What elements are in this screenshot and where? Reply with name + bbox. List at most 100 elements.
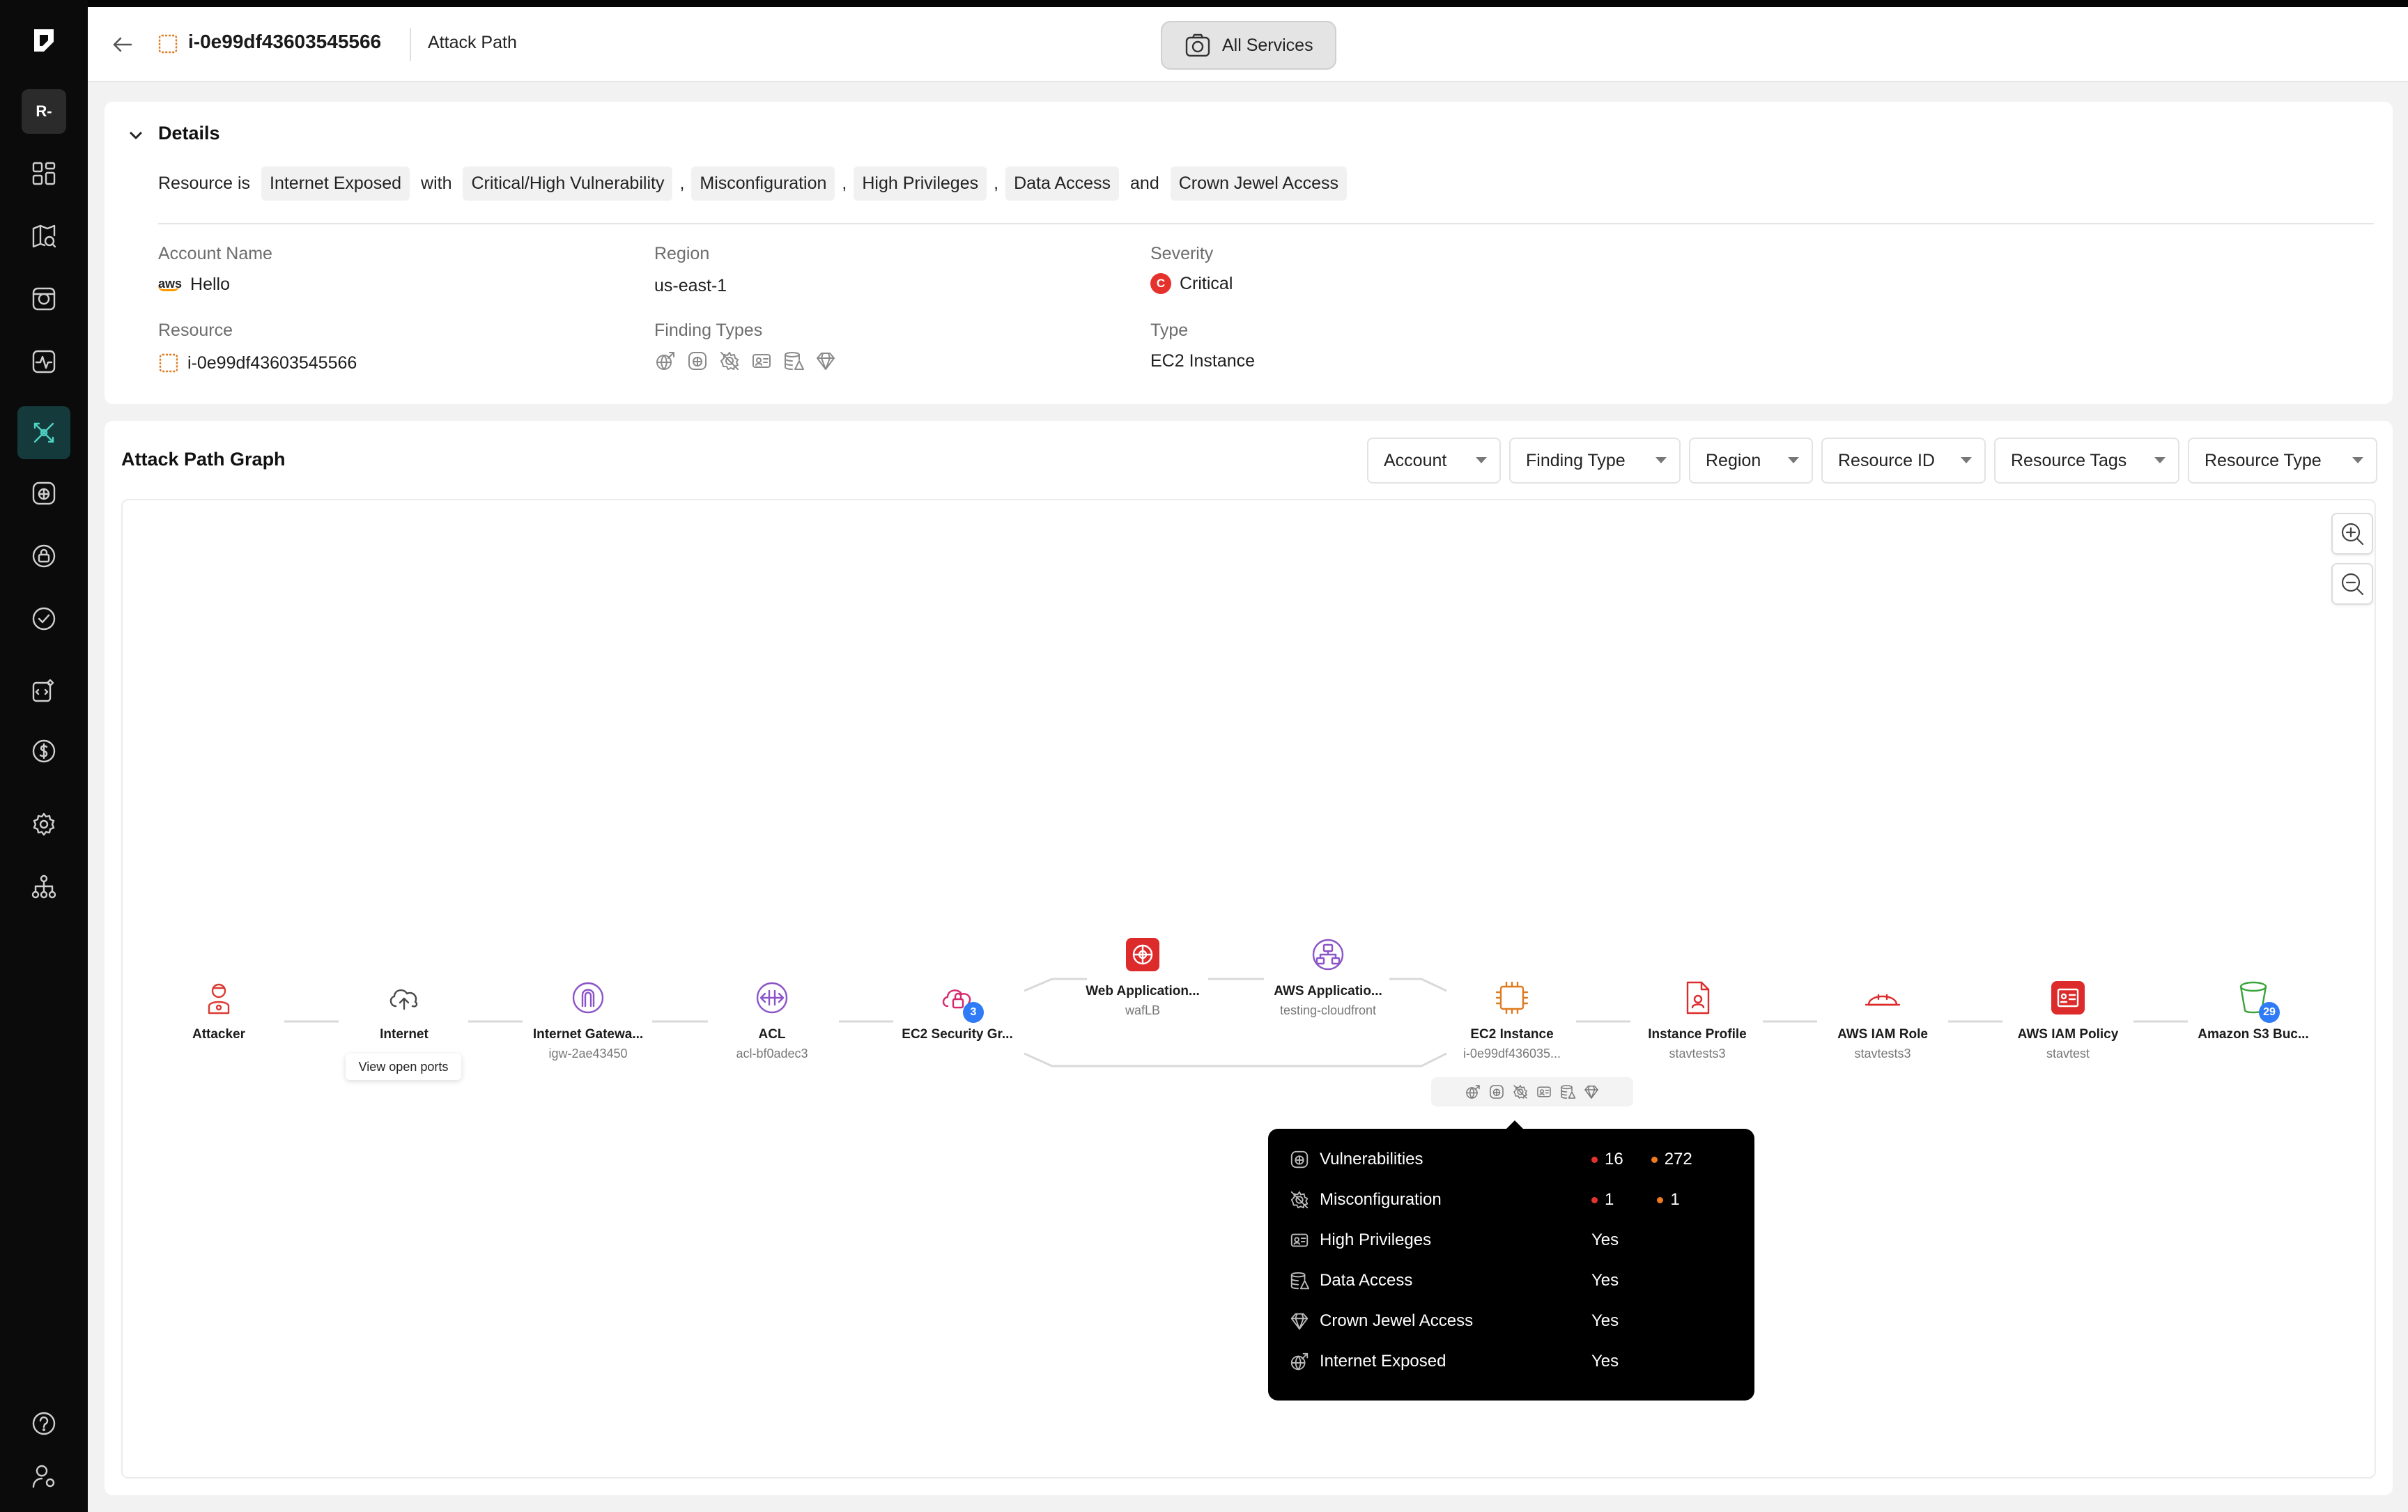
node-label: Instance Profile xyxy=(1648,1027,1747,1042)
graph-node-instance-profile[interactable]: Instance Profile stavtests3 xyxy=(1621,978,1774,1061)
graph-node-web-application-firewall[interactable]: Web Application... wafLB xyxy=(1066,935,1219,1018)
bug-icon[interactable] xyxy=(17,467,70,520)
graph-node-ec2-instance[interactable]: EC2 Instance i-0e99df436035... xyxy=(1435,978,1589,1061)
graph-node-internet[interactable]: Internet xyxy=(327,978,481,1042)
waf-icon xyxy=(1123,935,1162,974)
tooltip-row-name: Misconfiguration xyxy=(1320,1190,1442,1209)
back-arrow-icon[interactable] xyxy=(109,31,137,59)
tooltip-row-misconfiguration: Misconfiguration 1 1 xyxy=(1289,1186,1735,1214)
tag-internet-exposed: Internet Exposed xyxy=(261,166,410,201)
zoom-out-button[interactable] xyxy=(2331,563,2373,605)
graph-node-acl[interactable]: ACL acl-bf0adec3 xyxy=(695,978,849,1061)
attack-path-icon[interactable] xyxy=(17,406,70,459)
high-dot xyxy=(1651,1156,1658,1163)
severity-value: C Critical xyxy=(1150,273,1233,294)
node-count-badge: 3 xyxy=(963,1002,984,1023)
ec2-chip-icon xyxy=(157,33,178,54)
iam-policy-icon xyxy=(2048,978,2087,1017)
misconfiguration-icon xyxy=(1513,1085,1527,1099)
node-label: EC2 Security Gr... xyxy=(902,1027,1013,1042)
settings-icon[interactable] xyxy=(17,798,70,851)
finding-types-label: Finding Types xyxy=(654,321,763,340)
org-switcher[interactable]: R- xyxy=(22,89,66,134)
critical-count: 1 xyxy=(1591,1190,1614,1210)
critical-severity-icon: C xyxy=(1150,273,1171,294)
tooltip-row-crown-jewel-access: Crown Jewel Access Yes xyxy=(1289,1307,1735,1335)
node-label: AWS Applicatio... xyxy=(1274,984,1382,998)
crown-jewel-icon xyxy=(1584,1086,1598,1099)
critical-dot xyxy=(1591,1196,1598,1203)
graph-node-internet-gateway[interactable]: Internet Gatewa... igw-2ae43450 xyxy=(511,978,665,1061)
filter-resource-tags[interactable]: Resource Tags xyxy=(1994,438,2179,484)
account-name: Hello xyxy=(190,275,231,294)
internet-exposed-icon xyxy=(1466,1085,1480,1099)
tooltip-row-value: Yes xyxy=(1591,1311,1619,1330)
tag-high-privileges: High Privileges xyxy=(854,166,987,201)
tooltip-row-name: Vulnerabilities xyxy=(1320,1150,1423,1168)
collapse-chevron-icon[interactable] xyxy=(125,125,146,146)
node-sublabel: stavtests3 xyxy=(1669,1047,1726,1060)
high-privileges-icon xyxy=(1290,1233,1309,1247)
app-lb-icon xyxy=(1309,935,1348,974)
org-tree-icon[interactable] xyxy=(17,861,70,913)
type-label: Type xyxy=(1150,321,1189,340)
filter-label: Region xyxy=(1706,450,1761,470)
filter-label: Account xyxy=(1384,450,1447,470)
graph-node-amazon-s3-bucket[interactable]: 29 Amazon S3 Buc... xyxy=(2177,978,2330,1042)
summary-prefix: Resource is xyxy=(158,173,250,193)
caret-down-icon xyxy=(1656,457,1667,463)
filter-account[interactable]: Account xyxy=(1367,438,1501,484)
filter-finding-type[interactable]: Finding Type xyxy=(1509,438,1681,484)
tooltip-row-data-access: Data Access Yes xyxy=(1289,1267,1735,1295)
graph-node-ec2-security-group[interactable]: 3 EC2 Security Gr... xyxy=(881,978,1034,1042)
tooltip-row-value: Yes xyxy=(1591,1352,1619,1371)
zoom-in-icon xyxy=(2341,523,2364,546)
breadcrumb[interactable]: Attack Path xyxy=(428,33,517,53)
summary-sep: , xyxy=(842,173,847,193)
crown-jewel-icon xyxy=(817,353,835,370)
node-label: Internet xyxy=(380,1027,429,1042)
node-sublabel: stavtest xyxy=(2046,1047,2090,1060)
filter-resource-id[interactable]: Resource ID xyxy=(1821,438,1986,484)
node-label: Web Application... xyxy=(1086,984,1200,998)
check-circle-icon[interactable] xyxy=(17,592,70,645)
caret-down-icon xyxy=(2352,457,2363,463)
app-logo-icon[interactable] xyxy=(29,25,59,56)
high-count: 1 xyxy=(1657,1190,1680,1210)
exposure-summary: Resource is Internet Exposed with Critic… xyxy=(158,166,1354,201)
data-access-icon xyxy=(785,352,804,370)
details-card: Details Resource is Internet Exposed wit… xyxy=(105,102,2393,404)
tooltip-row-name: High Privileges xyxy=(1320,1231,1432,1249)
node-finding-icons[interactable] xyxy=(1431,1077,1633,1106)
dollar-icon[interactable] xyxy=(17,725,70,778)
graph-node-attacker[interactable]: Attacker xyxy=(142,978,295,1042)
lock-icon[interactable] xyxy=(17,530,70,583)
view-open-ports-link[interactable]: View open ports xyxy=(346,1054,461,1080)
all-services-button[interactable]: All Services xyxy=(1161,21,1336,70)
graph-node-aws-iam-role[interactable]: AWS IAM Role stavtests3 xyxy=(1806,978,1959,1061)
node-sublabel: igw-2ae43450 xyxy=(548,1047,628,1060)
internet-exposed-icon xyxy=(1290,1352,1309,1371)
severity-text: Critical xyxy=(1180,273,1233,293)
finding-summary-tooltip: Vulnerabilities 16 272 Misconfiguration … xyxy=(1268,1129,1754,1401)
resource-id-link[interactable]: i-0e99df43603545566 xyxy=(187,353,357,373)
top-strip xyxy=(0,0,2408,7)
severity-label: Severity xyxy=(1150,244,1214,263)
account-name-label: Account Name xyxy=(158,244,272,263)
graph-node-aws-iam-policy[interactable]: AWS IAM Policy stavtest xyxy=(1991,978,2145,1061)
activity-icon[interactable] xyxy=(17,335,70,388)
summary-sep: , xyxy=(994,173,999,193)
filter-region[interactable]: Region xyxy=(1689,438,1813,484)
inventory-icon[interactable] xyxy=(17,272,70,325)
graph-node-aws-application[interactable]: AWS Applicatio... testing-cloudfront xyxy=(1251,935,1405,1018)
map-search-icon[interactable] xyxy=(17,210,70,263)
zoom-in-button[interactable] xyxy=(2331,513,2373,555)
security-group-icon: 3 xyxy=(938,978,984,1023)
tooltip-row-name: Data Access xyxy=(1320,1271,1413,1290)
dashboard-icon[interactable] xyxy=(17,147,70,200)
code-scan-icon[interactable] xyxy=(17,664,70,717)
user-settings-icon[interactable] xyxy=(17,1450,70,1503)
help-icon[interactable] xyxy=(17,1397,70,1450)
filter-resource-type[interactable]: Resource Type xyxy=(2188,438,2377,484)
node-label: ACL xyxy=(758,1027,786,1042)
